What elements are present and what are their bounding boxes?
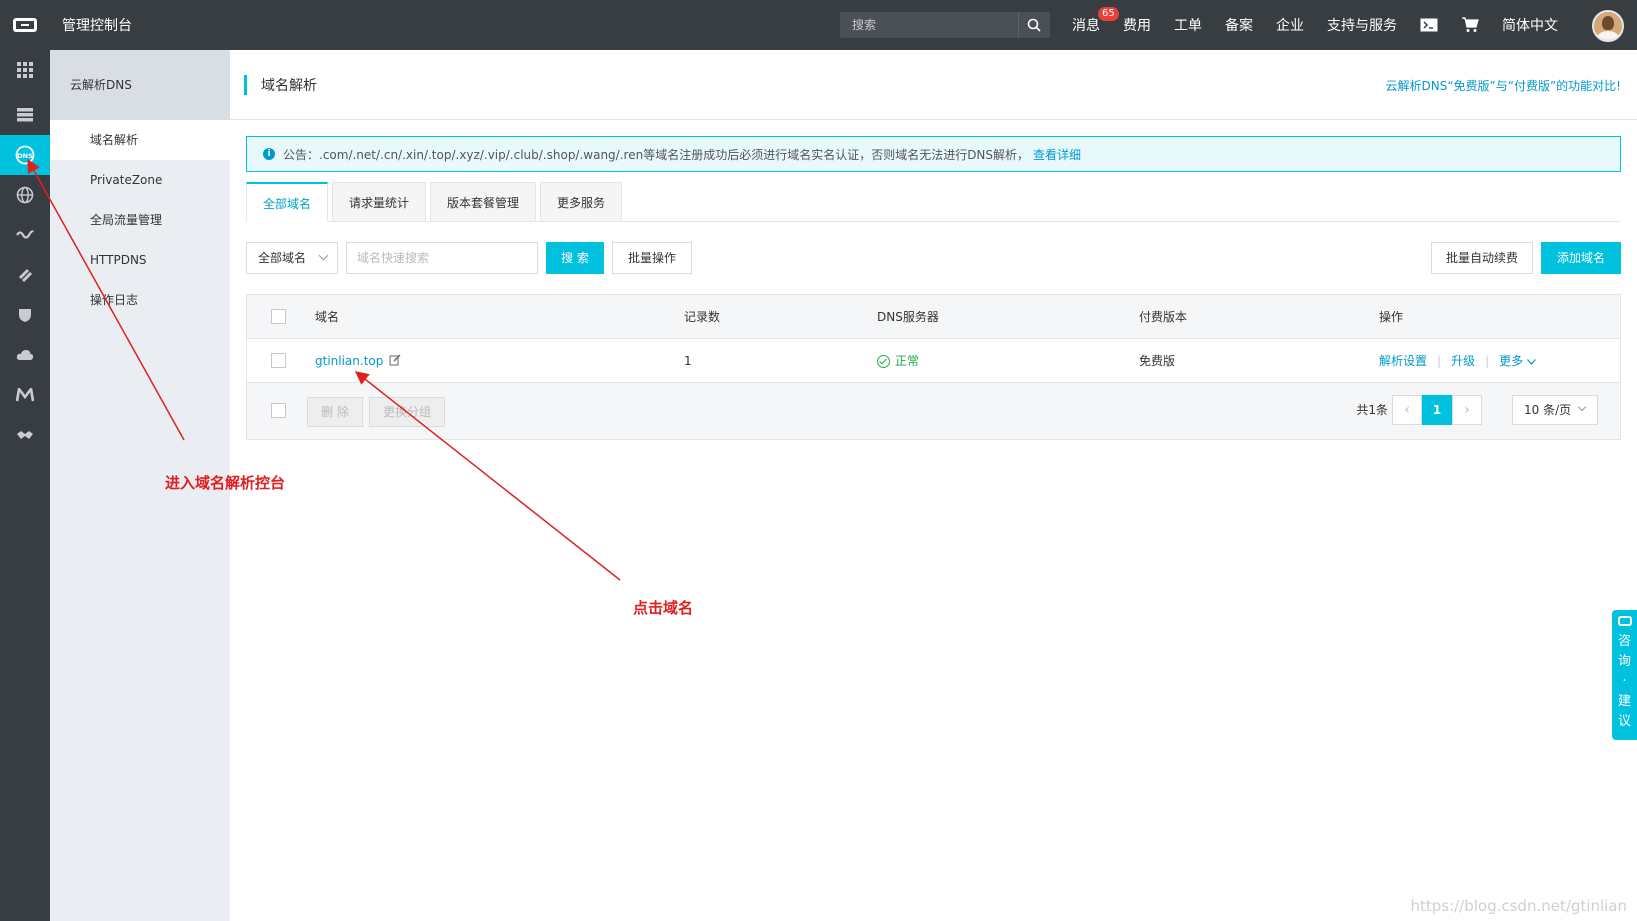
annotation-enter-console: 进入域名解析控台 bbox=[165, 474, 286, 492]
consult-char: 议 bbox=[1617, 714, 1631, 729]
consult-char: 建 bbox=[1617, 694, 1631, 709]
watermark: https://blog.csdn.net/gtinlian bbox=[1410, 897, 1627, 915]
consult-char: · bbox=[1622, 674, 1627, 689]
consult-feedback-tab[interactable]: 咨 询 · 建 议 bbox=[1612, 610, 1637, 740]
consult-char: 询 bbox=[1617, 654, 1631, 669]
consult-char: 咨 bbox=[1617, 634, 1631, 649]
arrow-to-domain-link bbox=[354, 371, 621, 581]
chat-icon bbox=[1617, 616, 1632, 626]
annotation-arrows bbox=[27, 158, 621, 581]
annotation-click-domain: 点击域名 bbox=[633, 599, 694, 617]
arrow-to-dns-icon bbox=[27, 158, 185, 441]
